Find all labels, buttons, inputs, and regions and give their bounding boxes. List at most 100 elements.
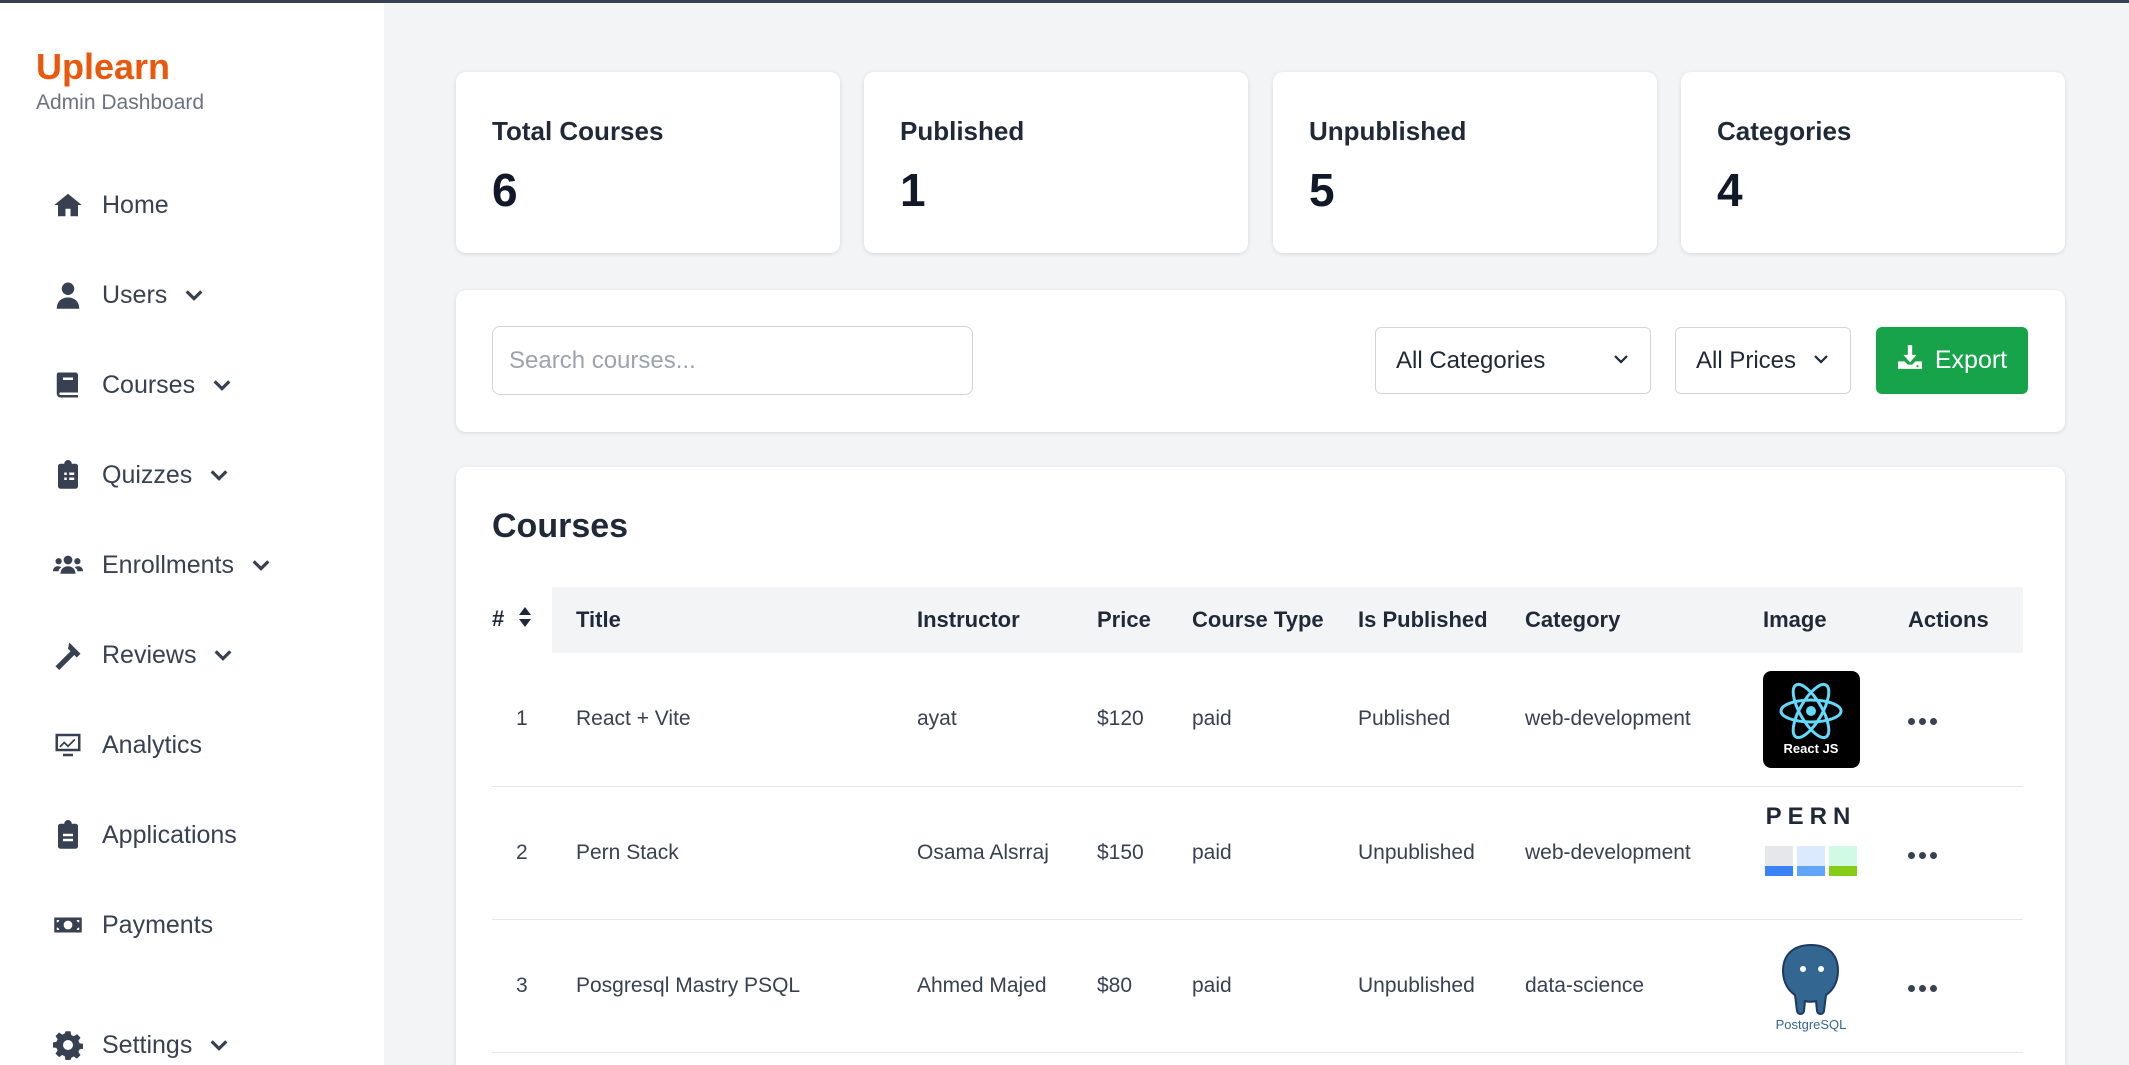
sidebar-item-label: Enrollments (102, 550, 234, 579)
cell-image: PERN (1763, 786, 1908, 920)
courses-panel: Courses # Title Instructor Price Course … (456, 467, 2065, 1065)
sidebar-item-enrollments[interactable]: Enrollments (52, 540, 272, 590)
category-select[interactable]: All Categories (1375, 327, 1651, 394)
chart-monitor-icon (52, 729, 84, 761)
book-icon (52, 369, 84, 401)
sidebar-item-home[interactable]: Home (52, 180, 169, 230)
price-select-value: All Prices (1696, 346, 1797, 374)
thumbnail-text: React JS (1784, 741, 1839, 756)
download-icon (1897, 344, 1923, 377)
cell-category: data-science (1525, 919, 1763, 1053)
stat-card-categories: Categories 4 (1681, 72, 2065, 253)
cell-image: React JS (1763, 653, 1908, 787)
column-header-label: # (492, 605, 505, 631)
chevron-down-icon[interactable] (211, 374, 233, 396)
sidebar-item-label: Analytics (102, 730, 203, 759)
sidebar-item-analytics[interactable]: Analytics (52, 720, 202, 770)
column-header-image: Image (1763, 587, 1908, 653)
more-actions-icon[interactable] (1908, 851, 1937, 859)
column-header-category: Category (1525, 587, 1763, 653)
stat-card-unpublished: Unpublished 5 (1273, 72, 1657, 253)
chevron-down-icon[interactable] (212, 644, 234, 666)
chevron-down-icon (1812, 347, 1830, 375)
more-actions-icon[interactable] (1908, 984, 1937, 992)
cell-title: Posgresql Mastry PSQL (552, 919, 917, 1053)
table-row: 2 Pern Stack Osama Alsrraj $150 paid Unp… (492, 786, 2023, 920)
sidebar-item-courses[interactable]: Courses (52, 360, 233, 410)
chevron-down-icon (1612, 347, 1630, 375)
more-actions-icon[interactable] (1908, 718, 1937, 726)
sidebar-item-label: Payments (102, 910, 214, 939)
filter-bar: All Categories All Prices Export (456, 290, 2065, 432)
cell-instructor: ayat (917, 653, 1097, 787)
thumbnail-text: PostgreSQL (1776, 1017, 1847, 1032)
clipboard-icon (52, 819, 84, 851)
courses-table: # Title Instructor Price Course Type Is … (492, 587, 2023, 1053)
brand: Uplearn Admin Dashboard (36, 45, 204, 115)
cell-actions (1908, 919, 2023, 1053)
stat-label: Published (900, 116, 1025, 146)
search-input[interactable] (492, 326, 973, 395)
price-select[interactable]: All Prices (1675, 327, 1851, 394)
sidebar-item-quizzes[interactable]: Quizzes (52, 450, 230, 500)
cell-actions (1908, 653, 2023, 787)
sidebar-item-users[interactable]: Users (52, 270, 205, 320)
stat-label: Unpublished (1309, 116, 1467, 146)
sidebar-item-label: Users (102, 280, 168, 309)
column-header-actions: Actions (1908, 587, 2023, 653)
cell-is-published: Unpublished (1358, 786, 1525, 920)
chevron-down-icon[interactable] (183, 284, 205, 306)
sidebar-item-label: Applications (102, 820, 237, 849)
cell-number: 2 (492, 786, 552, 920)
cell-category: web-development (1525, 653, 1763, 787)
cell-course-type: paid (1192, 919, 1358, 1053)
stat-value: 6 (492, 164, 518, 216)
cell-instructor: Ahmed Majed (917, 919, 1097, 1053)
cell-course-type: paid (1192, 786, 1358, 920)
column-header-price: Price (1097, 587, 1192, 653)
sidebar-item-reviews[interactable]: Reviews (52, 630, 234, 680)
chevron-down-icon[interactable] (208, 1034, 230, 1056)
cell-price: $120 (1097, 653, 1192, 787)
sidebar: Uplearn Admin Dashboard Home Users Cours… (0, 3, 384, 1065)
chevron-down-icon[interactable] (208, 464, 230, 486)
sidebar-item-label: Reviews (102, 640, 197, 669)
export-label: Export (1934, 346, 2008, 374)
cell-number: 1 (492, 653, 552, 787)
clipboard-list-icon (52, 459, 84, 491)
column-header-number[interactable]: # (492, 587, 552, 653)
table-row: 1 React + Vite ayat $120 paid Published … (492, 653, 2023, 787)
chevron-down-icon[interactable] (250, 554, 272, 576)
money-bill-icon (52, 909, 84, 941)
cell-category: web-development (1525, 786, 1763, 920)
sidebar-item-label: Courses (102, 370, 196, 399)
export-button[interactable]: Export (1876, 327, 2028, 394)
cell-image: PostgreSQL (1763, 919, 1908, 1053)
course-thumbnail-pern: PERN (1763, 804, 1860, 901)
gear-icon (52, 1029, 84, 1061)
home-icon (52, 189, 84, 221)
course-thumbnail-react: React JS (1763, 670, 1860, 768)
brand-name[interactable]: Uplearn (36, 45, 204, 89)
sidebar-item-label: Quizzes (102, 460, 193, 489)
stat-label: Total Courses (492, 116, 664, 146)
stat-value: 4 (1717, 164, 1743, 216)
sidebar-item-settings[interactable]: Settings (52, 1020, 230, 1065)
stat-label: Categories (1717, 116, 1852, 146)
cell-title: Pern Stack (552, 786, 917, 920)
thumbnail-text: PERN (1766, 804, 1857, 830)
sidebar-item-label: Home (102, 190, 169, 219)
courses-title: Courses (492, 507, 629, 545)
cell-number: 3 (492, 919, 552, 1053)
cell-instructor: Osama Alsrraj (917, 786, 1097, 920)
brand-subtitle: Admin Dashboard (36, 91, 205, 114)
sidebar-item-payments[interactable]: Payments (52, 900, 213, 950)
sort-icon[interactable] (518, 606, 532, 634)
cell-actions (1908, 786, 2023, 920)
stat-card-published: Published 1 (864, 72, 1248, 253)
sidebar-item-applications[interactable]: Applications (52, 810, 237, 860)
cell-title: React + Vite (552, 653, 917, 787)
column-header-instructor: Instructor (917, 587, 1097, 653)
column-header-title: Title (552, 587, 917, 653)
hammer-icon (52, 639, 84, 671)
